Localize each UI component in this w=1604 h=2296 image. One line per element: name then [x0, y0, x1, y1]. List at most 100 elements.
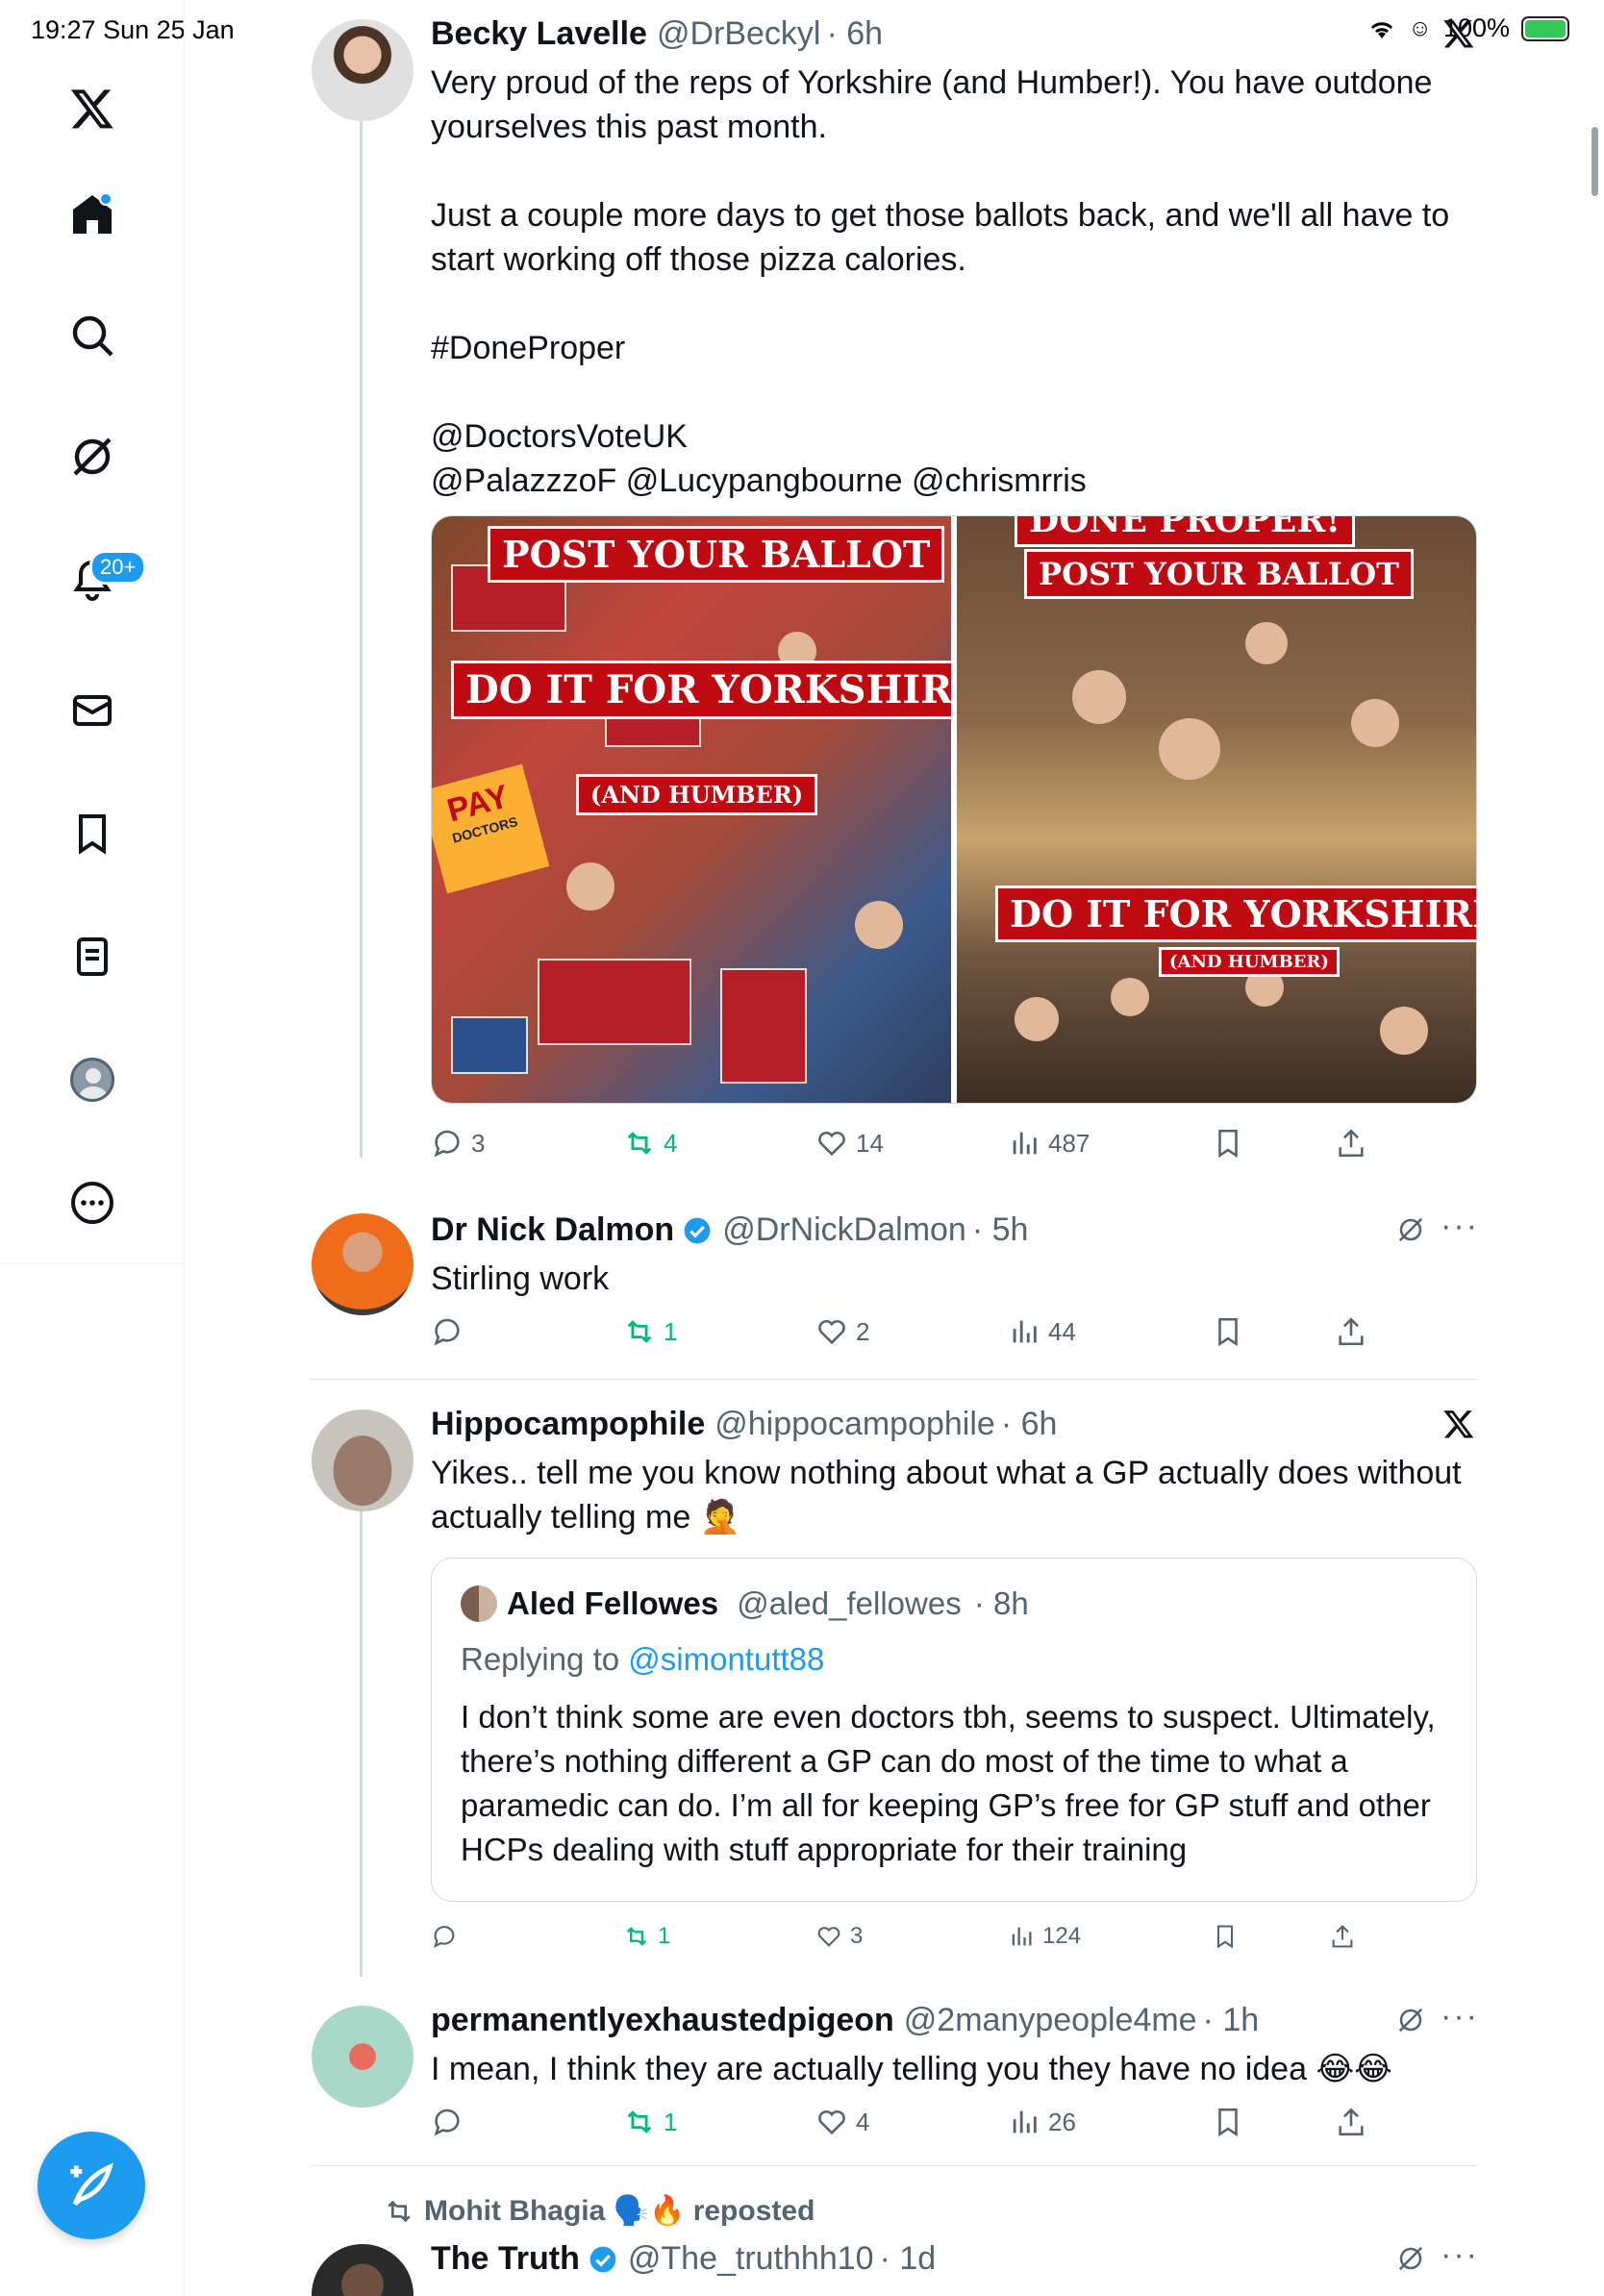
x-logo-icon — [1443, 20, 1474, 48]
post-nick[interactable]: Dr Nick Dalmon @DrNickDalmon · 5h ··· St… — [310, 1208, 1479, 1356]
avatar[interactable] — [312, 2244, 414, 2296]
nav-lists[interactable] — [61, 925, 124, 988]
author-handle[interactable]: @2manypeople4me — [904, 2002, 1197, 2039]
post-media[interactable]: POST YOUR BALLOT DO IT FOR YORKSHIRE (AN… — [431, 515, 1477, 1104]
bookmark-button[interactable] — [1212, 2106, 1244, 2138]
grok-icon — [73, 437, 112, 476]
author-name[interactable]: The Truth — [431, 2240, 580, 2278]
bookmark-button[interactable] — [1212, 1127, 1244, 1160]
like-button[interactable]: 3 — [815, 1923, 863, 1950]
quoted-author-handle[interactable]: @aled_fellowes — [737, 1585, 961, 1621]
pizza-box — [720, 968, 807, 1084]
grok-icon[interactable] — [1396, 2006, 1425, 2034]
compose-post-button[interactable] — [38, 2132, 145, 2239]
post-pigeon[interactable]: permanentlyexhaustedpigeon @2manypeople4… — [310, 1998, 1477, 2146]
more-options-button[interactable]: ··· — [1441, 1208, 1479, 1245]
nav-notifications[interactable]: 20+ — [61, 548, 147, 611]
author-handle[interactable]: @DrBeckyl — [657, 15, 821, 53]
views-button[interactable]: 487 — [1008, 1127, 1090, 1160]
more-circle-icon — [71, 1182, 113, 1224]
heart-icon — [818, 2109, 845, 2135]
nav-search[interactable] — [61, 304, 124, 367]
replying-to-handle[interactable]: @simontutt88 — [628, 1641, 824, 1677]
nav-messages[interactable] — [61, 679, 124, 742]
replying-label: Replying to — [461, 1641, 620, 1677]
nav-grok[interactable] — [61, 425, 124, 488]
share-icon — [1339, 1129, 1364, 1158]
nav-more[interactable] — [61, 1171, 124, 1235]
media-image-left[interactable]: POST YOUR BALLOT DO IT FOR YORKSHIRE (AN… — [432, 516, 951, 1103]
author-name[interactable]: Hippocampophile — [431, 1406, 705, 1443]
x-logo[interactable] — [61, 77, 124, 140]
post-time: · 1h — [1202, 2002, 1260, 2038]
repost-icon — [626, 1927, 647, 1946]
repost-button[interactable]: 1 — [623, 1923, 670, 1950]
verified-badge-icon — [589, 2246, 616, 2272]
avatar[interactable] — [312, 1213, 414, 1315]
share-button[interactable] — [1335, 2106, 1367, 2138]
repost-icon — [627, 1132, 652, 1155]
author-name[interactable]: permanentlyexhaustedpigeon — [431, 2002, 894, 2039]
sidebar-border — [184, 1264, 185, 2296]
lists-icon — [77, 937, 108, 976]
compose-feather-icon — [70, 2162, 114, 2207]
bookmark-button[interactable] — [1212, 1315, 1244, 1348]
post-becky[interactable]: Becky Lavelle @DrBeckyl · 6h Very proud … — [310, 15, 1477, 1179]
like-button[interactable]: 4 — [815, 2106, 869, 2138]
more-options-button[interactable]: ··· — [1441, 2236, 1479, 2274]
more-options-button[interactable]: ··· — [1441, 1998, 1479, 2035]
grok-icon[interactable] — [1396, 2244, 1425, 2273]
reply-button[interactable]: 3 — [431, 1127, 485, 1160]
reply-button[interactable] — [431, 2106, 464, 2138]
author-handle[interactable]: @DrNickDalmon — [722, 1211, 966, 1249]
scrollbar[interactable] — [1591, 127, 1598, 196]
like-button[interactable]: 2 — [815, 1315, 869, 1348]
post-truth[interactable]: The Truth @The_truthhh10 · 1d ··· — [310, 2236, 1477, 2296]
author-name[interactable]: Becky Lavelle — [431, 15, 647, 53]
person — [855, 901, 903, 949]
views-button[interactable]: 44 — [1008, 1315, 1076, 1348]
avatar[interactable] — [312, 2006, 414, 2108]
post-header: permanentlyexhaustedpigeon @2manypeople4… — [431, 2002, 1259, 2039]
reply-button[interactable] — [431, 1923, 458, 1950]
pizza-box — [451, 1016, 528, 1074]
sidebar: 20+ — [0, 0, 185, 1264]
repost-button[interactable]: 1 — [623, 2106, 677, 2138]
post-hippo[interactable]: Hippocampophile @hippocampophile · 6h Yi… — [310, 1406, 1477, 1963]
views-button[interactable]: 124 — [1008, 1923, 1081, 1950]
post-header: Becky Lavelle @DrBeckyl · 6h — [431, 15, 883, 53]
nav-profile[interactable] — [61, 1048, 124, 1111]
repost-count: 1 — [658, 1923, 671, 1949]
bookmark-icon — [79, 814, 106, 855]
quoted-post[interactable]: Aled Fellowes @aled_fellowes · 8h Replyi… — [431, 1558, 1477, 1902]
bookmark-button[interactable] — [1212, 1923, 1239, 1950]
share-button[interactable] — [1335, 1315, 1367, 1348]
author-handle[interactable]: @The_truthhh10 — [628, 2240, 874, 2278]
reply-icon — [434, 1318, 460, 1346]
avatar[interactable] — [312, 19, 414, 121]
grok-icon[interactable] — [1396, 1215, 1425, 1244]
mail-icon — [73, 695, 112, 726]
quoted-avatar — [461, 1585, 497, 1622]
reply-button[interactable] — [431, 1315, 464, 1348]
share-button[interactable] — [1329, 1923, 1356, 1950]
replying-to: Replying to @simontutt88 — [461, 1641, 824, 1678]
quoted-author-name[interactable]: Aled Fellowes — [507, 1585, 718, 1621]
views-button[interactable]: 26 — [1008, 2106, 1076, 2138]
repost-button[interactable]: 4 — [623, 1127, 677, 1160]
views-count: 124 — [1042, 1923, 1082, 1949]
nav-home[interactable] — [61, 183, 124, 246]
avatar[interactable] — [312, 1410, 414, 1511]
author-handle[interactable]: @hippocampophile — [714, 1406, 995, 1443]
repost-count: 1 — [664, 2107, 678, 2136]
repost-icon — [388, 2200, 411, 2222]
like-button[interactable]: 14 — [815, 1127, 884, 1160]
media-image-right[interactable]: DONE PROPER! POST YOUR BALLOT DO IT FOR … — [957, 516, 1476, 1103]
repost-button[interactable]: 1 — [623, 1315, 677, 1348]
author-name[interactable]: Dr Nick Dalmon — [431, 1211, 674, 1249]
share-button[interactable] — [1335, 1127, 1367, 1160]
nav-bookmarks[interactable] — [61, 802, 124, 865]
repost-context[interactable]: Mohit Bhagia 🗣️🔥 reposted — [384, 2194, 815, 2228]
divider — [310, 1379, 1477, 1380]
banner-post-ballot: POST YOUR BALLOT — [1024, 549, 1414, 599]
